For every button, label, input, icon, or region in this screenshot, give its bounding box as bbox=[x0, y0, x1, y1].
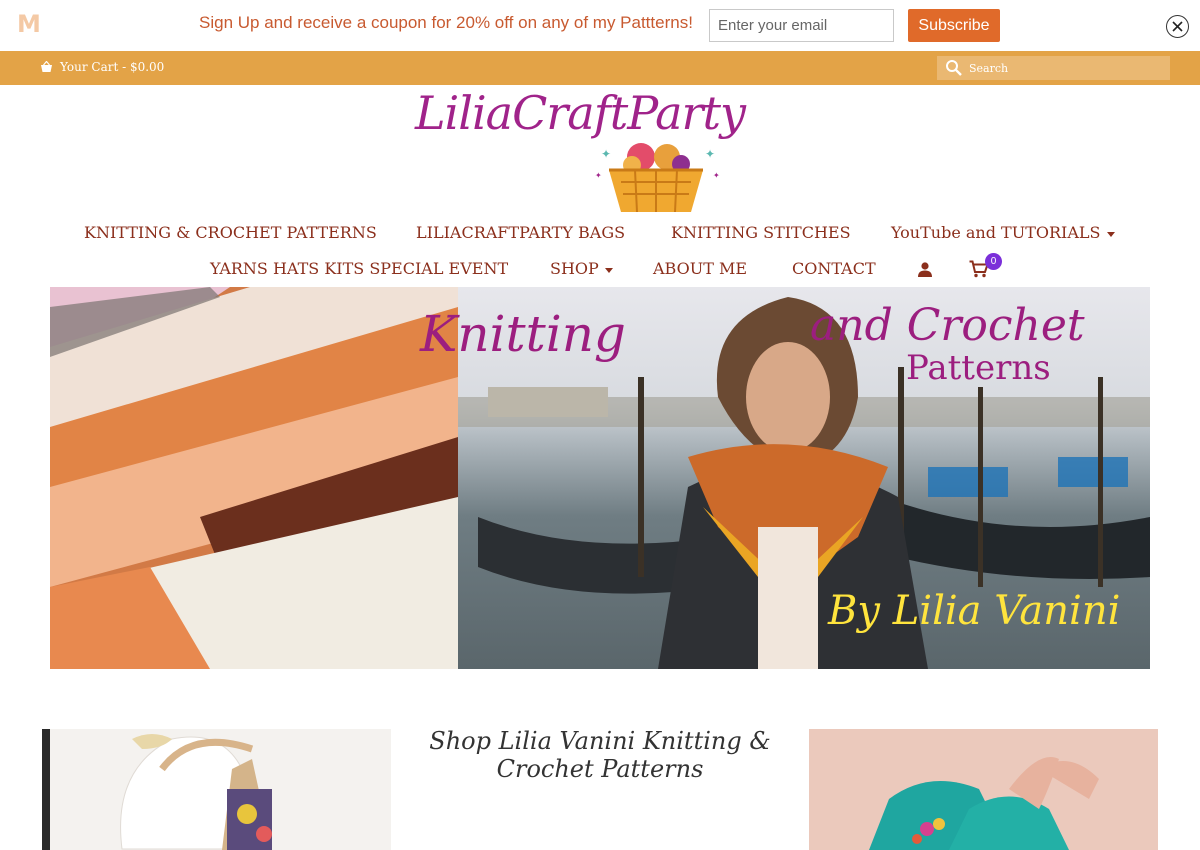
search-box[interactable] bbox=[937, 56, 1170, 80]
hero-title-patterns: Patterns bbox=[906, 348, 1051, 388]
close-icon bbox=[1172, 21, 1183, 32]
search-icon bbox=[946, 60, 962, 76]
knitted-blanket-image bbox=[50, 287, 458, 669]
mittens-product-image[interactable] bbox=[809, 729, 1158, 850]
basket-icon bbox=[41, 61, 52, 72]
nav-item-knitting-crochet-patterns[interactable]: KNITTING & CROCHET PATTERNS bbox=[84, 223, 377, 242]
nav-item-yarns-hats-kits[interactable]: YARNS HATS KITS SPECIAL EVENT bbox=[210, 259, 508, 278]
chevron-down-icon bbox=[1106, 232, 1115, 237]
subscribe-button[interactable]: Subscribe bbox=[908, 9, 1000, 42]
shop-heading: Shop Lilia Vanini Knitting & Crochet Pat… bbox=[429, 727, 771, 783]
nav-item-label: YouTube and TUTORIALS bbox=[891, 223, 1101, 242]
close-signup-button[interactable] bbox=[1166, 15, 1189, 38]
signup-logo: M bbox=[17, 10, 41, 38]
top-bar: Your Cart - $0.00 bbox=[0, 51, 1200, 85]
nav-item-label: KNITTING & CROCHET PATTERNS bbox=[84, 223, 377, 242]
svg-text:✦: ✦ bbox=[601, 147, 611, 161]
blanket-illustration bbox=[50, 287, 458, 669]
hero-signature: By Lilia Vanini bbox=[828, 588, 1121, 634]
nav-item-contact[interactable]: CONTACT bbox=[792, 259, 876, 278]
hero-title-knitting: Knitting bbox=[420, 305, 626, 363]
nav-item-knitting-stitches[interactable]: KNITTING STITCHES bbox=[671, 223, 851, 242]
bag-product-image[interactable] bbox=[42, 729, 391, 850]
nav-item-youtube-tutorials[interactable]: YouTube and TUTORIALS bbox=[891, 223, 1115, 242]
nav-item-liliacraftparty-bags[interactable]: LILIACRAFTPARTY BAGS bbox=[416, 223, 625, 242]
nav-item-about-me[interactable]: ABOUT ME bbox=[653, 259, 747, 278]
site-logo[interactable]: LiliaCraftParty ✦ ✦ ✦ ✦ bbox=[415, 86, 746, 216]
account-button[interactable] bbox=[917, 261, 933, 277]
chevron-down-icon bbox=[604, 268, 613, 273]
nav-item-label: KNITTING STITCHES bbox=[671, 223, 851, 242]
nav-item-shop[interactable]: SHOP bbox=[550, 259, 613, 278]
nav-item-label: LILIACRAFTPARTY BAGS bbox=[416, 223, 626, 242]
svg-text:✦: ✦ bbox=[705, 147, 715, 161]
hero-title-crochet: and Crochet bbox=[810, 300, 1085, 351]
nav-item-label: SHOP bbox=[550, 259, 599, 278]
svg-text:✦: ✦ bbox=[713, 171, 720, 180]
cart-count-badge: 0 bbox=[985, 253, 1002, 270]
svg-text:✦: ✦ bbox=[595, 171, 602, 180]
crochet-bag-illustration bbox=[42, 729, 391, 850]
nav-item-label: ABOUT ME bbox=[653, 259, 748, 278]
yarn-basket-icon: ✦ ✦ ✦ ✦ bbox=[595, 143, 720, 213]
cart-link[interactable]: Your Cart - $0.00 bbox=[40, 60, 164, 74]
mittens-illustration bbox=[809, 729, 1158, 850]
nav-item-label: YARNS HATS KITS SPECIAL EVENT bbox=[210, 259, 509, 278]
search-input[interactable] bbox=[969, 61, 1159, 75]
nav-item-label: CONTACT bbox=[792, 259, 876, 278]
signup-message: Sign Up and receive a coupon for 20% off… bbox=[199, 13, 693, 32]
cart-label: Your Cart - $0.00 bbox=[60, 60, 165, 74]
signup-bar: M Sign Up and receive a coupon for 20% o… bbox=[0, 0, 1200, 51]
email-input[interactable] bbox=[709, 9, 894, 42]
user-icon bbox=[918, 262, 932, 277]
